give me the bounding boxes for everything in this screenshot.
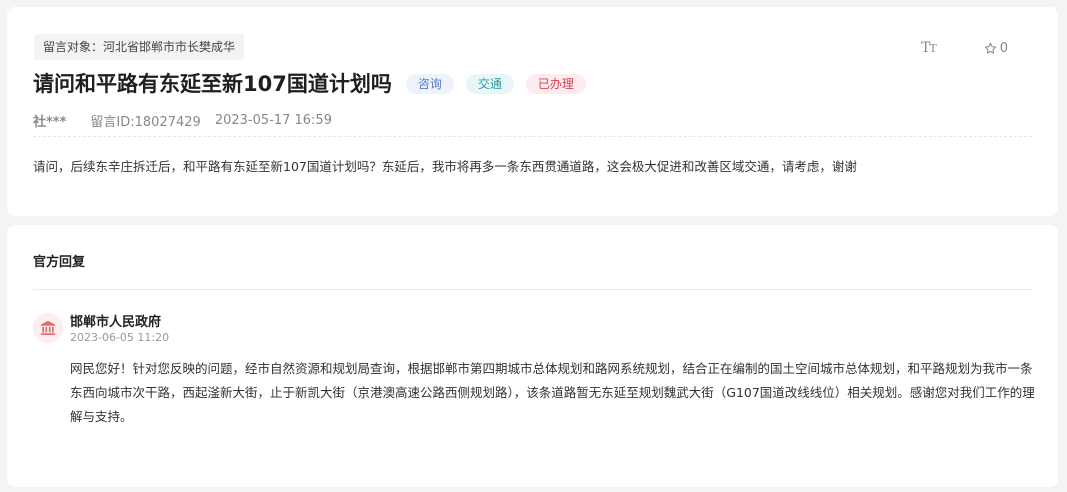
government-building-icon bbox=[40, 320, 56, 335]
star-icon bbox=[984, 42, 996, 54]
author-name: 社*** bbox=[33, 115, 67, 130]
font-size-label-small: T bbox=[929, 42, 936, 55]
message-target: 留言对象：河北省邯郸市市长樊成华 bbox=[34, 34, 245, 60]
favorite-count: 0 bbox=[999, 40, 1008, 56]
message-datetime: 2023-05-17 16:59 bbox=[214, 113, 332, 128]
reply-heading: 官方回复 bbox=[33, 255, 86, 270]
reply-datetime: 2023-06-05 11:20 bbox=[70, 331, 170, 344]
tag-traffic: 交通 bbox=[465, 74, 514, 94]
favorite-button[interactable]: 0 bbox=[984, 41, 1008, 56]
message-tools: TT 0 bbox=[921, 40, 1008, 56]
font-size-icon[interactable]: TT bbox=[921, 40, 937, 56]
message-id: 留言ID:18027429 bbox=[90, 115, 201, 130]
tag-consult: 咨询 bbox=[405, 74, 454, 94]
message-content: 请问，后续东辛庄拆迁后，和平路有东延至新107国道计划吗？东延后，我市将再多一条… bbox=[33, 159, 857, 174]
avatar bbox=[33, 313, 63, 343]
page-title: 请问和平路有东延至新107国道计划吗 bbox=[33, 72, 392, 96]
status-badge: 已办理 bbox=[525, 74, 586, 94]
message-card: 留言对象：河北省邯郸市市长樊成华 TT 0 请问和平路有东延至新107国道计划吗… bbox=[7, 7, 1058, 216]
message-meta: 社*** 留言ID:18027429 2023-05-17 16:59 bbox=[33, 111, 332, 130]
divider bbox=[33, 289, 1032, 290]
reply-department: 邯郸市人民政府 bbox=[70, 315, 162, 330]
divider bbox=[33, 136, 1032, 137]
reply-card: 官方回复 邯郸市人民政府 2023-06-05 11:20 网民您好！针对您反映… bbox=[7, 225, 1058, 487]
reply-content: 网民您好！针对您反映的问题，经市自然资源和规划局查询，根据邯郸市第四期城市总体规… bbox=[70, 361, 1035, 424]
title-row: 请问和平路有东延至新107国道计划吗 咨询 交通 已办理 bbox=[33, 69, 586, 99]
